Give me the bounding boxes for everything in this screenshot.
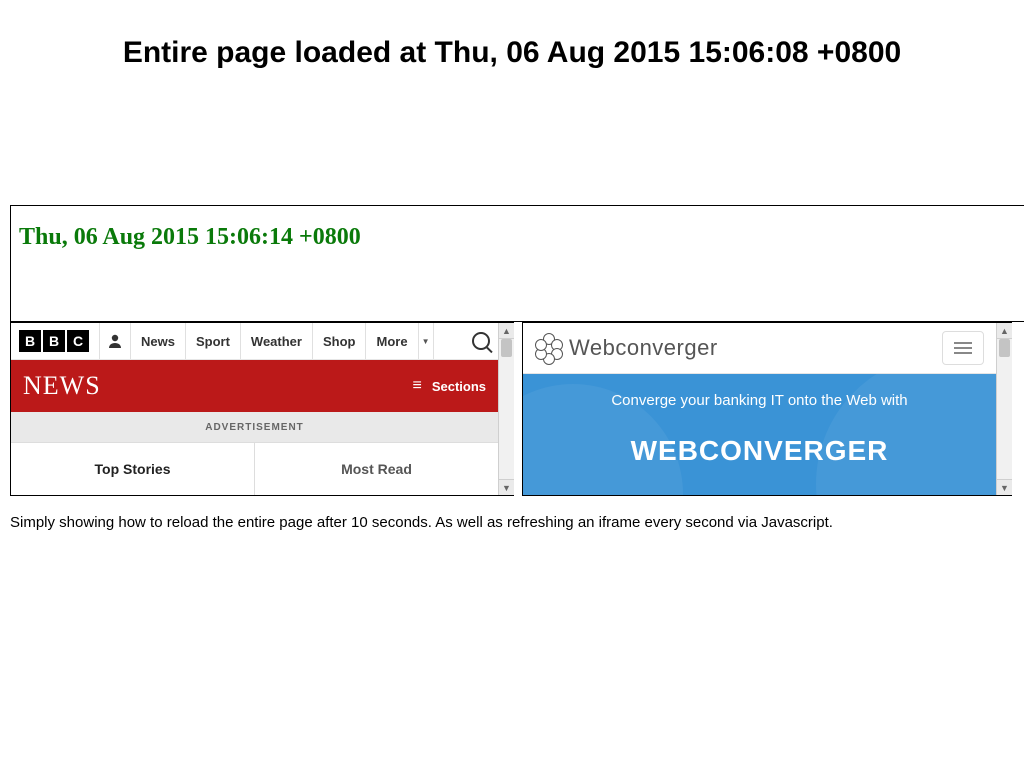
nav-shop[interactable]: Shop xyxy=(313,323,367,359)
wc-hero: Converge your banking IT onto the Web wi… xyxy=(523,374,996,495)
wc-brand[interactable]: Webconverger xyxy=(535,335,718,361)
timestamp-frame: Thu, 06 Aug 2015 15:06:14 +0800 xyxy=(10,205,1024,322)
wc-brand-text: Webconverger xyxy=(569,335,718,361)
flower-icon xyxy=(535,335,561,361)
nav-news[interactable]: News xyxy=(131,323,186,359)
advertisement-bar: ADVERTISEMENT xyxy=(11,412,498,442)
hamburger-icon: ≡ xyxy=(412,378,421,394)
hamburger-line xyxy=(954,347,972,349)
hamburger-line xyxy=(954,342,972,344)
nav-sport[interactable]: Sport xyxy=(186,323,241,359)
bbc-logo[interactable]: B B C xyxy=(11,323,99,359)
scroll-thumb[interactable] xyxy=(999,339,1010,357)
description-text: Simply showing how to reload the entire … xyxy=(10,514,1014,531)
scroll-down-icon[interactable]: ▼ xyxy=(499,479,514,495)
bbc-news-banner: NEWS ≡ Sections xyxy=(11,360,498,412)
scroll-track[interactable] xyxy=(499,339,514,479)
hamburger-line xyxy=(954,352,972,354)
scroll-down-icon[interactable]: ▼ xyxy=(997,479,1012,495)
sections-button[interactable]: ≡ Sections xyxy=(412,378,486,394)
wc-menu-button[interactable] xyxy=(942,331,984,365)
sections-label: Sections xyxy=(432,379,486,394)
wc-hero-title: WEBCONVERGER xyxy=(631,435,889,467)
wc-header: Webconverger xyxy=(523,323,996,374)
tab-most-read[interactable]: Most Read xyxy=(254,443,498,495)
nav-more[interactable]: More xyxy=(366,323,418,359)
tab-top-stories[interactable]: Top Stories xyxy=(11,443,254,495)
bbc-scrollbar[interactable]: ▲ ▼ xyxy=(498,323,514,495)
page-title: Entire page loaded at Thu, 06 Aug 2015 1… xyxy=(10,36,1014,70)
bbc-logo-c: C xyxy=(67,330,89,352)
timestamp-text: Thu, 06 Aug 2015 15:06:14 +0800 xyxy=(19,224,1016,251)
bbc-news-title: NEWS xyxy=(23,371,101,401)
scroll-thumb[interactable] xyxy=(501,339,512,357)
scroll-up-icon[interactable]: ▲ xyxy=(997,323,1012,339)
wc-subtext: Converge your banking IT onto the Web wi… xyxy=(611,392,907,409)
bbc-tabs: Top Stories Most Read xyxy=(11,442,498,495)
scroll-track[interactable] xyxy=(997,339,1012,479)
bbc-logo-b1: B xyxy=(19,330,41,352)
user-icon[interactable] xyxy=(99,323,131,359)
webconverger-iframe: Webconverger Converge your banking IT on… xyxy=(522,322,1012,496)
bbc-logo-b2: B xyxy=(43,330,65,352)
bbc-iframe: B B C News Sport Weather Shop More ▼ xyxy=(10,322,514,496)
scroll-up-icon[interactable]: ▲ xyxy=(499,323,514,339)
bbc-topbar: B B C News Sport Weather Shop More ▼ xyxy=(11,323,498,360)
wc-scrollbar[interactable]: ▲ ▼ xyxy=(996,323,1012,495)
nav-weather[interactable]: Weather xyxy=(241,323,313,359)
more-dropdown-icon[interactable]: ▼ xyxy=(419,323,434,359)
search-icon[interactable] xyxy=(464,323,498,359)
